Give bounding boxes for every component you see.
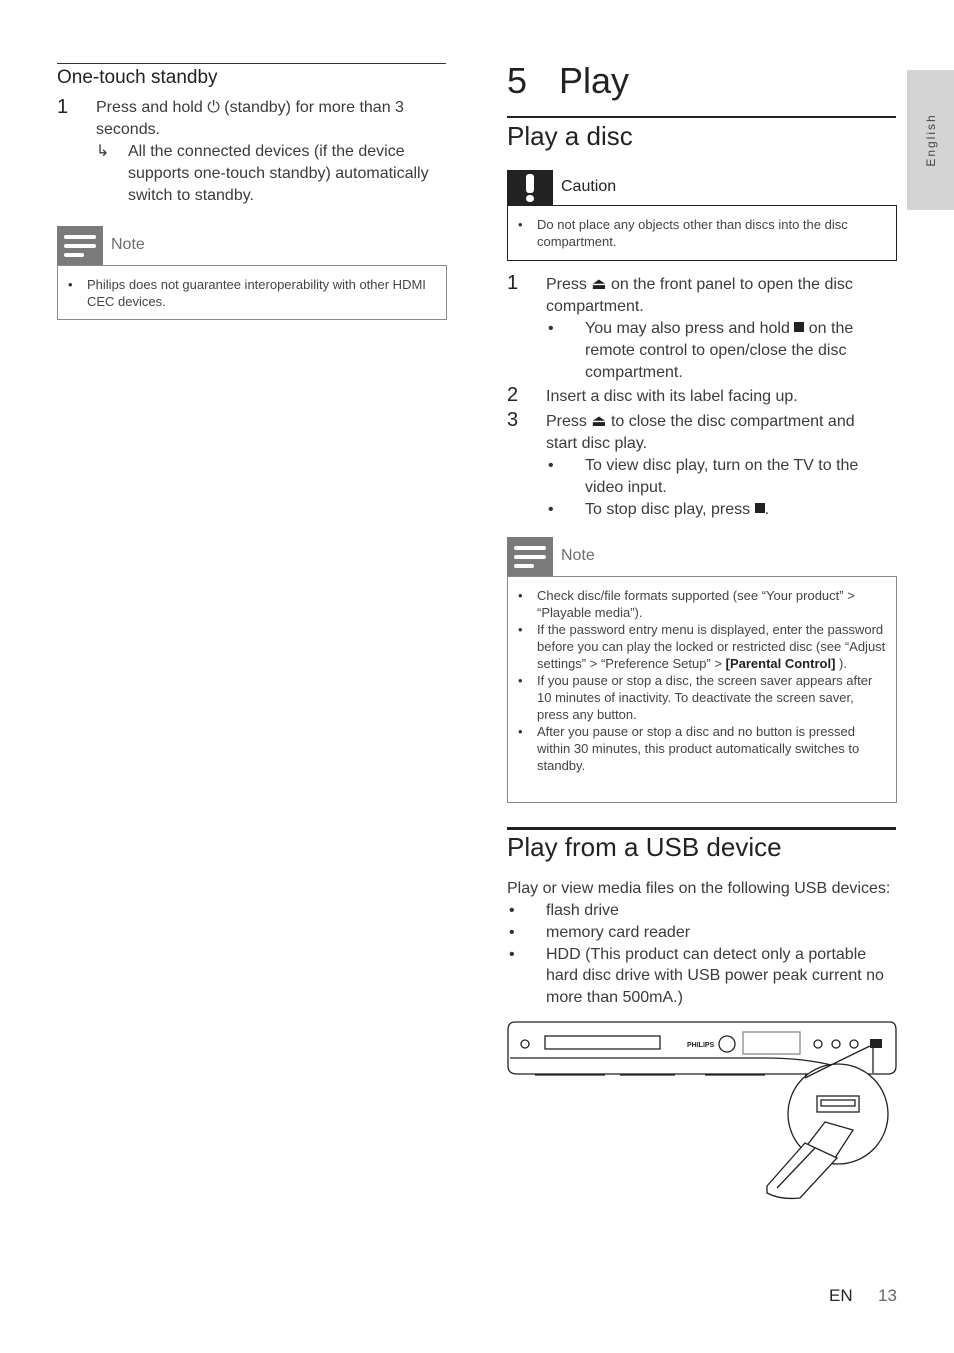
usb-port-front	[870, 1039, 882, 1048]
footer-language: EN	[829, 1286, 853, 1305]
note-item: If the password entry menu is displayed,…	[508, 621, 888, 672]
stop-icon	[754, 502, 765, 513]
disc-tray	[544, 1035, 661, 1050]
substep: You may also press and hold on the remot…	[546, 318, 891, 383]
step-number: 2	[507, 384, 519, 406]
usb-device-item: HDD (This product can detect only a port…	[507, 944, 902, 1009]
substep-text-part: .	[764, 500, 770, 518]
play-button	[831, 1039, 841, 1049]
section-title-play-a-disc: Play a disc	[507, 121, 633, 151]
note-item-text: ).	[835, 656, 847, 671]
step-result: All the connected devices (if the device…	[128, 143, 429, 204]
chapter-number: 5	[507, 60, 528, 101]
stop-icon	[794, 322, 805, 332]
step-text: Press ⏏ to close the disc compartment an…	[546, 411, 886, 455]
page-number: 13	[878, 1286, 897, 1305]
note-item: After you pause or stop a disc and no bu…	[508, 723, 888, 774]
substep-text-part: You may also press and hold	[585, 320, 790, 337]
brand-logo: PHILIPS	[687, 1042, 715, 1049]
caution-item: Do not place any objects other than disc…	[508, 216, 876, 250]
step-text-part: Press	[546, 276, 587, 293]
eject-button	[813, 1039, 823, 1049]
caution-box: Do not place any objects other than disc…	[507, 205, 897, 261]
caution-label: Caution	[561, 178, 617, 195]
usb-device-item: flash drive	[507, 900, 902, 922]
substep-text-part: To stop disc play, press	[585, 500, 751, 518]
eject-icon: ⏏	[591, 413, 607, 430]
step-number: 1	[57, 96, 69, 118]
step-number: 3	[507, 409, 519, 431]
front-sensor	[718, 1035, 736, 1053]
usb-intro: Play or view media files on the followin…	[507, 880, 891, 897]
stop-button	[849, 1039, 859, 1049]
step-number: 1	[507, 272, 519, 294]
power-button	[520, 1039, 530, 1049]
substeps: To view disc play, turn on the TV to the…	[546, 455, 891, 520]
step-text: Insert a disc with its label facing up.	[546, 388, 798, 405]
note-item: Philips does not guarantee interoperabil…	[58, 276, 426, 310]
step-text: Press and hold ⏻ (standby) for more than…	[96, 97, 436, 141]
chapter-title: Play	[559, 60, 630, 101]
usb-device-list: flash drive memory card reader HDD (This…	[507, 900, 902, 1009]
result-arrow-icon: ↳	[96, 143, 110, 160]
language-tab-label: English	[923, 113, 938, 167]
usb-device-item: memory card reader	[507, 922, 902, 944]
display-panel	[742, 1031, 801, 1055]
note-icon	[507, 537, 553, 577]
eject-icon: ⏏	[591, 276, 607, 293]
substeps: You may also press and hold on the remot…	[546, 318, 891, 383]
language-tab: English	[907, 70, 954, 210]
substep: To view disc play, turn on the TV to the…	[546, 455, 891, 499]
section-divider	[57, 63, 446, 64]
section-divider	[507, 827, 896, 830]
player-usb-illustration: PHILIPS	[507, 1021, 897, 1200]
note-icon	[57, 226, 103, 266]
note-item: If you pause or stop a disc, the screen …	[508, 672, 888, 723]
step-text: Press ⏏ on the front panel to open the d…	[546, 274, 886, 318]
step-text-part: Press	[546, 413, 587, 430]
section-title-play-from-usb: Play from a USB device	[507, 832, 782, 862]
note-box: Philips does not guarantee interoperabil…	[57, 265, 447, 320]
menu-option-parental-control: [Parental Control]	[725, 656, 836, 671]
chapter-divider	[507, 116, 896, 118]
caution-icon	[507, 170, 553, 206]
power-icon: ⏻	[207, 99, 220, 116]
note-label: Note	[111, 236, 145, 253]
note-label: Note	[561, 547, 595, 564]
section-title-one-touch-standby: One-touch standby	[57, 67, 218, 88]
note-box: Check disc/file formats supported (see “…	[507, 576, 897, 803]
note-item: Check disc/file formats supported (see “…	[508, 587, 888, 621]
substep: To stop disc play, press .	[546, 499, 891, 521]
step-text-part: Press and hold	[96, 99, 203, 116]
